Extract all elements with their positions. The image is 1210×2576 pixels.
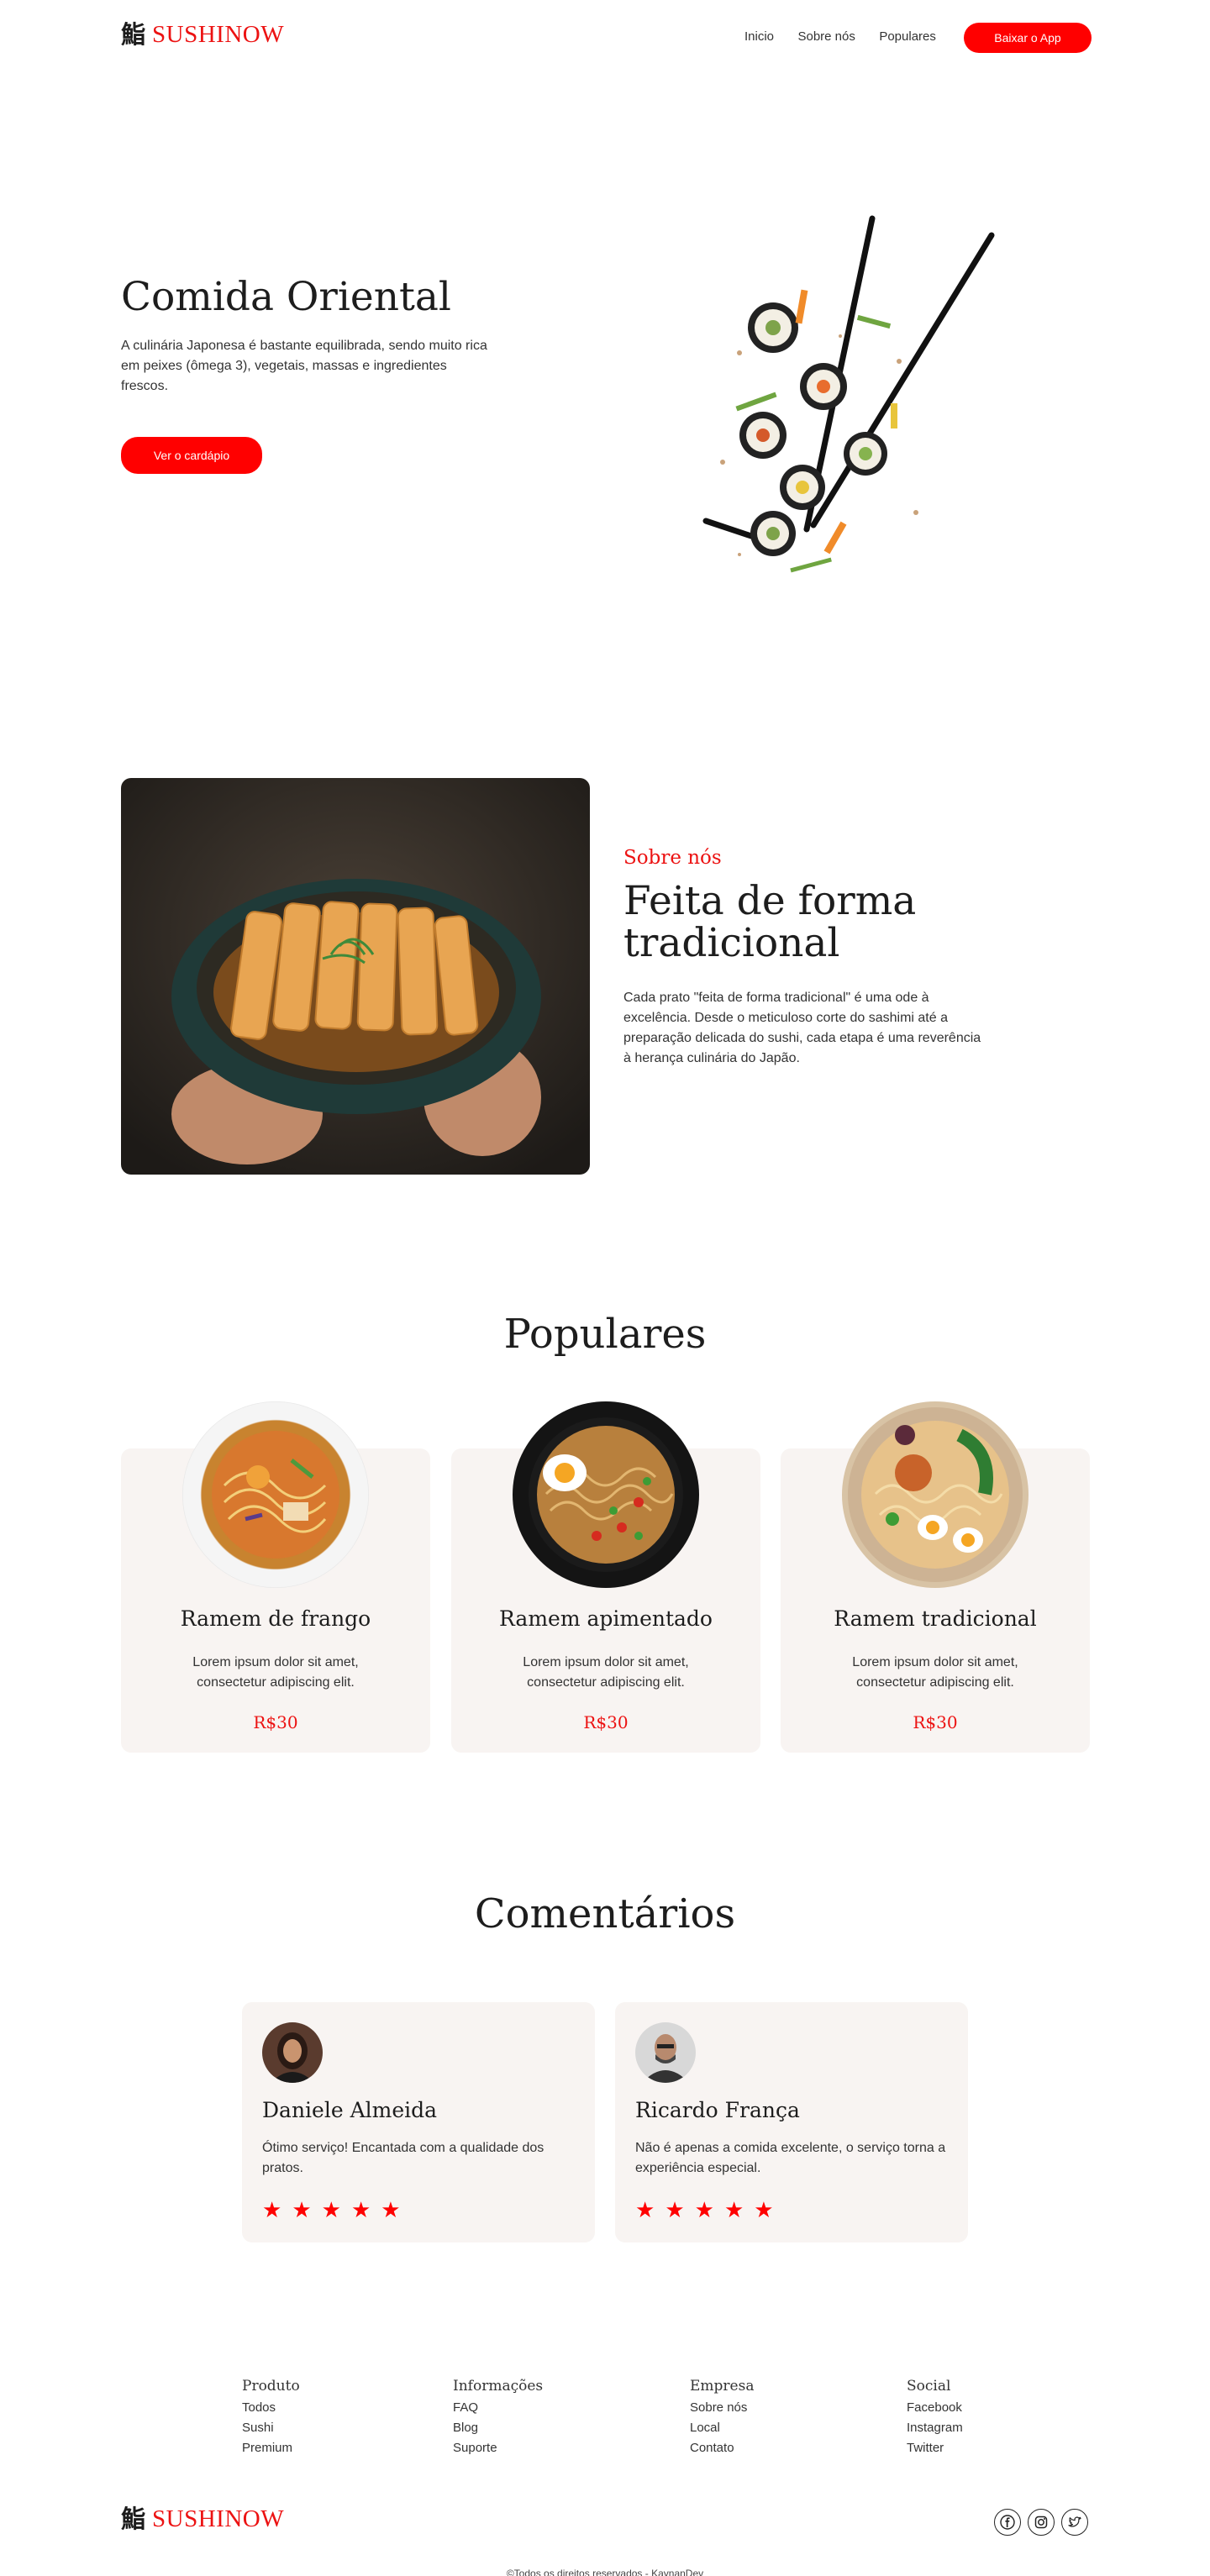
footer-link[interactable]: Facebook	[907, 2398, 963, 2418]
nav-inicio[interactable]: Inicio	[744, 29, 774, 44]
nav-populares[interactable]: Populares	[879, 29, 936, 44]
spicy-ramen-image	[513, 1401, 699, 1588]
about-title: Feita de forma tradicional	[623, 878, 917, 966]
social-icons	[994, 2509, 1088, 2536]
rating-stars: ★ ★ ★ ★ ★	[635, 2199, 774, 2221]
logo-text: SUSHINOW	[152, 2505, 285, 2532]
product-description: Lorem ipsum dolor sit amet, consectetur …	[192, 1655, 359, 1690]
review-text: Ótimo serviço! Encantada com a qualidade…	[262, 2141, 544, 2175]
star-icon: ★	[754, 2197, 774, 2222]
hero-description: A culinária Japonesa é bastante equilibr…	[121, 339, 487, 393]
product-price: R$30	[583, 1712, 629, 1732]
footer-link[interactable]: FAQ	[453, 2398, 543, 2418]
footer-link[interactable]: Instagram	[907, 2418, 963, 2438]
nav-sobre-nos[interactable]: Sobre nós	[797, 29, 855, 44]
star-icon: ★	[321, 2197, 341, 2222]
logo-kanji: 鮨	[121, 20, 146, 49]
logo-text: SUSHINOW	[152, 21, 285, 48]
footer-link[interactable]: Premium	[242, 2438, 300, 2458]
footer-link[interactable]: Local	[690, 2418, 754, 2438]
reviews-title: Comentários	[474, 1890, 736, 1937]
footer-logo[interactable]: 鮨 SUSHINOW	[121, 2507, 284, 2531]
view-menu-button[interactable]: Ver o cardápio	[121, 437, 262, 474]
product-description: Lorem ipsum dolor sit amet, consectetur …	[523, 1655, 689, 1690]
footer-link[interactable]: Sobre nós	[690, 2398, 754, 2418]
footer-link[interactable]: Sushi	[242, 2418, 300, 2438]
footer-column-title: Social	[907, 2378, 951, 2395]
instagram-icon[interactable]	[1028, 2509, 1055, 2536]
sushi-chopsticks-image	[689, 210, 1000, 588]
star-icon: ★	[665, 2197, 685, 2222]
review-card: Daniele Almeida Ótimo serviço! Encantada…	[242, 2002, 595, 2242]
about-kicker: Sobre nós	[623, 847, 722, 869]
traditional-ramen-image	[842, 1401, 1028, 1588]
reviewer-name: Ricardo França	[635, 2098, 800, 2122]
footer-column-social: Social Facebook Instagram Twitter	[907, 2378, 963, 2458]
footer-column-title: Informações	[453, 2378, 544, 2395]
chicken-ramen-image	[182, 1401, 369, 1588]
product-price: R$30	[253, 1712, 298, 1732]
star-icon: ★	[723, 2197, 744, 2222]
rating-stars: ★ ★ ★ ★ ★	[262, 2199, 401, 2221]
review-card: Ricardo França Não é apenas a comida exc…	[615, 2002, 968, 2242]
star-icon: ★	[381, 2197, 401, 2222]
star-icon: ★	[635, 2197, 655, 2222]
logo-kanji: 鮨	[121, 2505, 146, 2533]
product-card[interactable]: Ramem de frango Lorem ipsum dolor sit am…	[121, 1401, 430, 1753]
product-name: Ramem de frango	[180, 1606, 371, 1631]
popular-title: Populares	[503, 1311, 707, 1358]
footer-link[interactable]: Todos	[242, 2398, 300, 2418]
footer-column-title: Produto	[242, 2378, 300, 2395]
product-price: R$30	[913, 1712, 958, 1732]
about-description: Cada prato "feita de forma tradicional" …	[623, 991, 981, 1065]
reviewer-name: Daniele Almeida	[262, 2098, 438, 2122]
review-text: Não é apenas a comida excelente, o servi…	[635, 2141, 946, 2175]
product-name: Ramem tradicional	[834, 1606, 1037, 1631]
facebook-icon[interactable]	[994, 2509, 1021, 2536]
product-description: Lorem ipsum dolor sit amet, consectetur …	[852, 1655, 1018, 1690]
avatar	[635, 2022, 696, 2083]
footer-column-informacoes: Informações FAQ Blog Suporte	[453, 2378, 543, 2458]
footer-column-title: Empresa	[690, 2378, 755, 2395]
product-card[interactable]: Ramem apimentado Lorem ipsum dolor sit a…	[451, 1401, 760, 1753]
main-nav: Inicio Sobre nós Populares	[744, 29, 956, 45]
download-app-button[interactable]: Baixar o App	[964, 23, 1092, 53]
katsu-bowl-image	[121, 778, 590, 1175]
star-icon: ★	[694, 2197, 714, 2222]
hero-title: Comida Oriental	[121, 274, 451, 320]
twitter-icon[interactable]	[1061, 2509, 1088, 2536]
copyright-text: ©Todos os direitos reservados - KaynanDe…	[506, 2568, 704, 2576]
avatar	[262, 2022, 323, 2083]
star-icon: ★	[292, 2197, 312, 2222]
star-icon: ★	[350, 2197, 371, 2222]
footer-link[interactable]: Suporte	[453, 2438, 543, 2458]
footer-column-empresa: Empresa Sobre nós Local Contato	[690, 2378, 754, 2458]
product-name: Ramem apimentado	[499, 1606, 713, 1631]
footer-link[interactable]: Blog	[453, 2418, 543, 2438]
footer-column-produto: Produto Todos Sushi Premium	[242, 2378, 300, 2458]
star-icon: ★	[262, 2197, 282, 2222]
footer-link[interactable]: Twitter	[907, 2438, 963, 2458]
footer-link[interactable]: Contato	[690, 2438, 754, 2458]
product-card[interactable]: Ramem tradicional Lorem ipsum dolor sit …	[781, 1401, 1090, 1753]
logo[interactable]: 鮨 SUSHINOW	[121, 23, 284, 47]
